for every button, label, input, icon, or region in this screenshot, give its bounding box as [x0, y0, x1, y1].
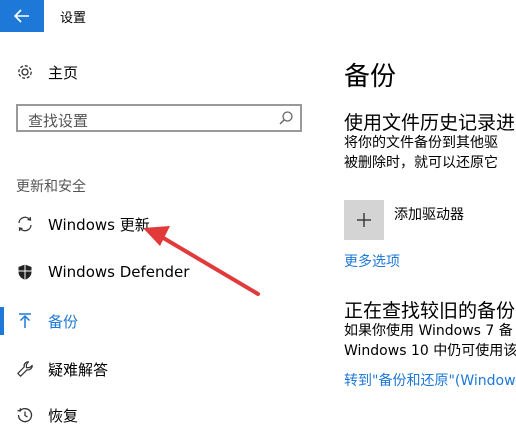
window-title: 设置 — [60, 11, 87, 26]
gear-icon — [14, 61, 36, 83]
search-icon[interactable] — [278, 110, 294, 126]
section-label: 更新和安全 — [16, 179, 86, 195]
sidebar-item-windows-update[interactable]: Windows 更新 — [0, 209, 320, 239]
sidebar-item-label: 备份 — [48, 312, 79, 331]
home-label: 主页 — [48, 63, 79, 82]
sidebar-item-recovery[interactable]: 恢复 — [0, 400, 320, 430]
page-title: 备份 — [344, 62, 397, 92]
home-link[interactable]: 主页 — [0, 57, 320, 87]
add-drive-label[interactable]: 添加驱动器 — [394, 204, 464, 224]
search-input[interactable]: 查找设置 — [16, 104, 302, 132]
main-content: 备份 使用文件历史记录进 将你的文件备份到其他驱 被删除时，就可以还原它 添加驱… — [330, 32, 516, 423]
back-button[interactable] — [0, 0, 44, 32]
file-history-heading: 使用文件历史记录进 — [344, 112, 516, 134]
old-backup-heading: 正在查找较旧的备份 — [344, 300, 516, 322]
plus-icon — [357, 213, 371, 227]
backup-restore-link[interactable]: 转到"备份和还原"(Window — [344, 370, 516, 390]
sidebar-item-troubleshoot[interactable]: 疑难解答 — [0, 354, 320, 384]
back-arrow-icon — [14, 9, 29, 23]
wrench-icon — [14, 358, 36, 380]
sidebar-item-label: Windows Defender — [48, 263, 190, 281]
shield-icon — [14, 261, 36, 283]
title-bar: 设置 — [0, 0, 516, 32]
sidebar-item-backup[interactable]: 备份 — [0, 306, 320, 336]
sidebar-item-label: Windows 更新 — [48, 215, 150, 234]
more-options-link[interactable]: 更多选项 — [344, 251, 400, 271]
search-placeholder: 查找设置 — [28, 112, 89, 130]
old-backup-desc-line2: Windows 10 中仍可使用该 — [344, 343, 516, 359]
add-drive-button[interactable] — [344, 200, 384, 240]
sidebar-item-windows-defender[interactable]: Windows Defender — [0, 257, 320, 287]
sidebar-item-label: 恢复 — [48, 406, 79, 425]
file-history-desc-line2: 被删除时，就可以还原它 — [344, 155, 498, 171]
sidebar-item-label: 疑难解答 — [48, 360, 109, 379]
file-history-desc-line1: 将你的文件备份到其他驱 — [344, 135, 498, 151]
old-backup-desc-line1: 如果你使用 Windows 7 备 — [344, 323, 513, 339]
backup-arrow-icon — [14, 310, 36, 332]
sync-icon — [14, 213, 36, 235]
